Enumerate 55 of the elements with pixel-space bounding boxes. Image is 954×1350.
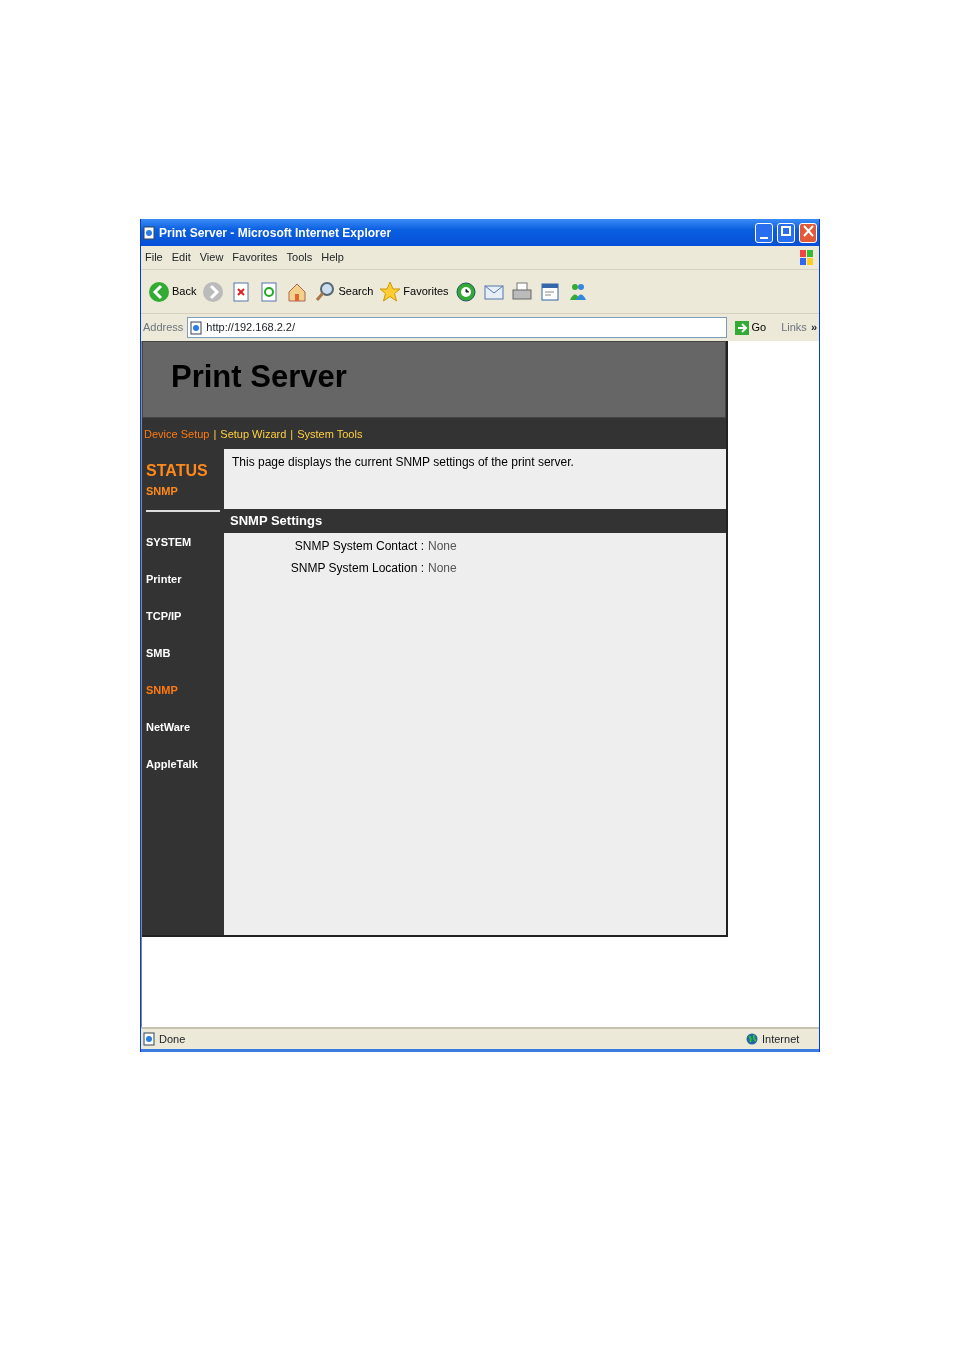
menu-item[interactable]: File xyxy=(145,249,163,266)
history-icon xyxy=(454,280,477,303)
field-label: SNMP System Location : xyxy=(289,559,424,577)
separator: | xyxy=(290,427,294,441)
more-chevron[interactable]: » xyxy=(810,319,817,336)
separator: | xyxy=(213,427,217,441)
nav-link[interactable]: Setup Wizard xyxy=(220,426,287,441)
minimize-button[interactable] xyxy=(755,222,773,243)
close-icon xyxy=(802,225,814,237)
address-label: Address xyxy=(143,320,184,336)
window-title: Print Server - Microsoft Internet Explorer xyxy=(159,224,393,242)
sidebar-item[interactable]: TCP/IP xyxy=(146,607,182,645)
document-edit-icon xyxy=(538,280,561,303)
restore-icon xyxy=(781,226,791,236)
field-label: SNMP System Contact : xyxy=(293,537,424,555)
search-icon xyxy=(314,280,337,303)
menu-item[interactable]: Edit xyxy=(171,249,191,266)
section-header: SNMP Settings xyxy=(224,509,726,533)
links-label[interactable]: Links xyxy=(781,319,807,336)
restore-button[interactable] xyxy=(777,222,795,243)
menu-item[interactable]: Favorites xyxy=(232,249,278,266)
favorites-button[interactable]: Favorites xyxy=(376,280,452,303)
status-text: Done xyxy=(159,1031,187,1047)
nav-link[interactable]: Device Setup xyxy=(144,426,210,441)
go-button[interactable]: Go xyxy=(730,319,770,336)
sidebar-subheading: SNMP xyxy=(146,484,179,499)
page-icon xyxy=(143,1032,155,1046)
address-field[interactable]: http://192.168.2.2/ xyxy=(187,317,727,338)
menu-item[interactable]: Tools xyxy=(286,249,313,266)
menu-item[interactable]: Help xyxy=(321,249,344,266)
printer-icon xyxy=(510,280,533,303)
intro-text: This page displays the current SNMP settings of the print server. xyxy=(231,454,575,471)
sidebar-item[interactable]: SNMP xyxy=(146,681,178,719)
close-button[interactable] xyxy=(799,222,817,243)
back-button[interactable]: Back xyxy=(145,280,200,303)
sidebar-item[interactable]: Printer xyxy=(146,570,182,608)
sidebar-item[interactable]: NetWare xyxy=(146,718,191,756)
search-button[interactable]: Search xyxy=(311,280,377,303)
menu-item[interactable]: View xyxy=(199,249,224,266)
field-value: None xyxy=(428,559,457,577)
flag-logo-icon xyxy=(799,248,815,267)
globe-icon xyxy=(746,1033,758,1045)
nav-link[interactable]: System Tools xyxy=(297,426,363,441)
page-icon xyxy=(190,320,203,335)
star-icon xyxy=(379,280,402,303)
page-icon xyxy=(143,225,155,240)
field-value: None xyxy=(428,537,457,555)
sidebar-item[interactable]: AppleTalk xyxy=(146,755,198,793)
sidebar-heading: STATUS xyxy=(146,461,209,481)
go-arrow-icon xyxy=(733,319,750,336)
zone-label: Internet xyxy=(762,1031,801,1047)
page-header: Print Server xyxy=(142,341,726,418)
sidebar-item[interactable]: SYSTEM xyxy=(146,533,192,571)
sidebar-item[interactable]: SMB xyxy=(146,644,171,682)
minimize-icon xyxy=(760,236,768,239)
